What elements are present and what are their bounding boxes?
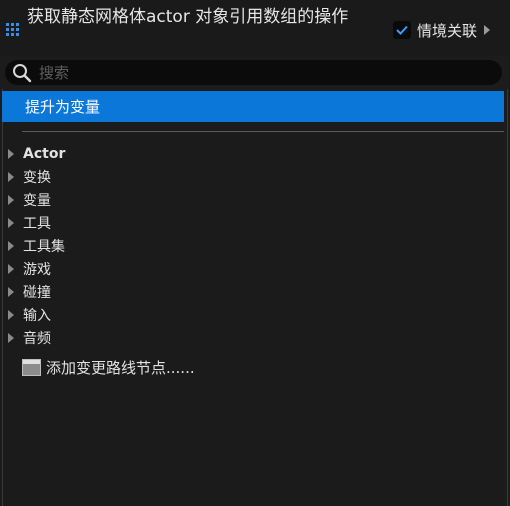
triangle-right-icon[interactable] bbox=[8, 241, 14, 251]
menu-title: 获取静态网格体actor 对象引用数组的操作 bbox=[27, 7, 349, 27]
triangle-right-icon[interactable] bbox=[8, 333, 14, 343]
category-utilities[interactable]: 工具 bbox=[8, 213, 51, 233]
category-label[interactable]: 工具 bbox=[23, 213, 51, 233]
category-label[interactable]: 游戏 bbox=[23, 259, 51, 279]
promote-to-variable-item[interactable]: 提升为变量 bbox=[2, 91, 504, 122]
category-label[interactable]: 音频 bbox=[23, 328, 51, 348]
add-reroute-node-label[interactable]: 添加变更路线节点...... bbox=[46, 357, 195, 378]
category-label[interactable]: 工具集 bbox=[23, 236, 65, 256]
triangle-right-icon[interactable] bbox=[8, 195, 14, 205]
category-collision[interactable]: 碰撞 bbox=[8, 282, 51, 302]
promote-to-variable-label[interactable]: 提升为变量 bbox=[25, 96, 100, 117]
triangle-right-icon[interactable] bbox=[8, 310, 14, 320]
category-input[interactable]: 输入 bbox=[8, 305, 51, 325]
category-game[interactable]: 游戏 bbox=[8, 259, 51, 279]
category-label[interactable]: 输入 bbox=[23, 305, 51, 325]
add-reroute-node-item[interactable]: 添加变更路线节点...... bbox=[22, 356, 195, 378]
category-toolset[interactable]: 工具集 bbox=[8, 236, 65, 256]
separator bbox=[22, 131, 504, 132]
action-list bbox=[2, 89, 508, 506]
category-label[interactable]: 碰撞 bbox=[23, 282, 51, 302]
triangle-right-icon[interactable] bbox=[8, 264, 14, 274]
category-transform[interactable]: 变换 bbox=[8, 167, 51, 187]
grid-icon bbox=[6, 23, 20, 37]
category-variable[interactable]: 变量 bbox=[8, 190, 51, 210]
triangle-right-icon[interactable] bbox=[8, 149, 14, 159]
category-label[interactable]: 变换 bbox=[23, 167, 51, 187]
search-bar[interactable] bbox=[5, 60, 502, 85]
context-sensitive-checkbox[interactable] bbox=[393, 21, 411, 39]
menu-header: 获取静态网格体actor 对象引用数组的操作 情境关联 bbox=[0, 0, 510, 56]
category-actor[interactable]: Actor bbox=[8, 144, 65, 164]
triangle-right-icon[interactable] bbox=[8, 218, 14, 228]
search-icon bbox=[11, 62, 33, 84]
triangle-right-icon[interactable] bbox=[8, 172, 14, 182]
action-menu-panel: 获取静态网格体actor 对象引用数组的操作 情境关联 提升为变量 Actor bbox=[0, 0, 510, 506]
category-label[interactable]: 变量 bbox=[23, 190, 51, 210]
category-label[interactable]: Actor bbox=[23, 146, 65, 162]
category-audio[interactable]: 音频 bbox=[8, 328, 51, 348]
search-input[interactable] bbox=[39, 63, 479, 82]
reroute-node-icon bbox=[22, 358, 41, 376]
context-sensitive-toggle[interactable]: 情境关联 bbox=[393, 19, 491, 41]
triangle-right-icon[interactable] bbox=[8, 287, 14, 297]
triangle-right-icon[interactable] bbox=[484, 25, 491, 35]
check-icon bbox=[396, 25, 408, 35]
context-sensitive-label[interactable]: 情境关联 bbox=[417, 20, 477, 41]
